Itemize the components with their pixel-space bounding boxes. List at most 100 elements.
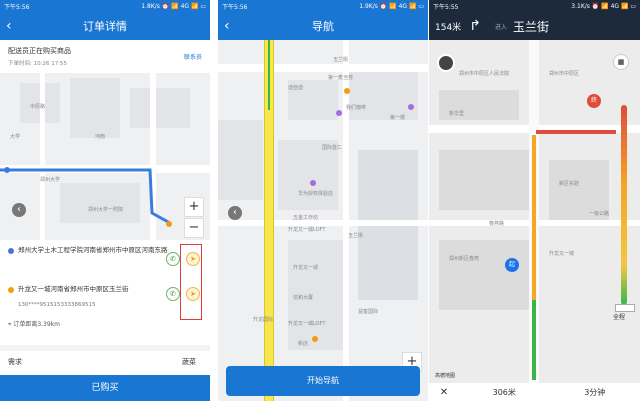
close-icon[interactable]: ✕: [429, 387, 459, 398]
status-icons: 1.9K/s ⏰ 📶 4G 📶 ▭: [359, 2, 424, 10]
status-time: 下午5:55: [433, 3, 459, 11]
turn-right-icon: ↱: [469, 18, 481, 34]
turn-by-turn-screen: 下午5:55 3.1K/s ⏰ 📶 4G 📶 ▭ 154米 ↱ 进入 玉兰街 郑…: [429, 0, 640, 401]
remark-row: 需求 蔬菜: [0, 345, 210, 375]
status-bar: 下午5:56 1.8K/s ⏰ 📶 4G 📶 ▭: [0, 0, 210, 12]
map-label: 华为授权体验店: [298, 191, 334, 197]
map-label: 中原路: [30, 104, 46, 110]
zoom-out-button[interactable]: −: [184, 218, 204, 238]
status-bar: 下午5:56 1.9K/s ⏰ 📶 4G 📶 ▭: [218, 0, 428, 12]
page-title: 导航: [312, 20, 334, 33]
pickup-dot-icon: [8, 248, 14, 254]
order-detail-screen: 下午5:56 1.8K/s ⏰ 📶 4G 📶 ▭ ‹ 订单详情 配送员正在购买商…: [0, 0, 210, 401]
map-label: 郑州大学: [40, 177, 61, 183]
prev-arrow-icon[interactable]: ‹: [12, 203, 26, 217]
delivery-address: 升龙又一城河南省郑州市中原区玉兰街: [18, 285, 129, 293]
map-label: 迪亚迪: [288, 85, 304, 91]
map-provider-logo: 高德地图: [435, 373, 456, 379]
enter-label: 进入: [494, 23, 507, 31]
destination-marker-icon: 终: [587, 94, 601, 108]
location-pin-icon: ⌖: [8, 321, 12, 328]
map-label: 升龙又一城: [293, 265, 319, 271]
status-time: 下午5:56: [222, 3, 248, 11]
order-status-text: 配送员正在购买商品: [8, 47, 71, 55]
map-label: 新店: [298, 341, 309, 347]
pickup-address-row: 郑州大学土木工程学院河南省郑州市中原区河南东路: [8, 246, 168, 255]
navigation-screen: 下午5:56 1.9K/s ⏰ 📶 4G 📶 ▭ ‹ 导航 玉兰街 第一麦当劳 …: [218, 0, 428, 401]
map-label: 升龙又一城LOFT: [288, 227, 326, 233]
poi-icon: [344, 88, 350, 94]
remaining-time: 3分钟: [584, 387, 606, 397]
address-panel: 郑州大学土木工程学院河南省郑州市中原区河南东路 ✆ ➤ 升龙又一城河南省郑州市中…: [0, 240, 210, 345]
status-bar: 下午5:55 3.1K/s ⏰ 📶 4G 📶 ▭: [429, 0, 640, 12]
order-map[interactable]: 中原路 郑州大学 郑州大学一附院 河南 大学 ‹ + −: [0, 73, 210, 240]
status-icons: 1.8K/s ⏰ 📶 4G 📶 ▭: [141, 2, 206, 10]
map-label: 我们咖啡: [346, 105, 367, 111]
shop-marker-icon: [166, 221, 172, 227]
title-bar: ‹ 订单详情: [0, 12, 210, 40]
back-icon[interactable]: ‹: [6, 12, 12, 40]
map-label: 郑州市中原区: [549, 71, 580, 77]
route-clear: [532, 300, 536, 380]
map-label: 河南: [95, 134, 106, 140]
map-label: 升龙国际: [253, 317, 274, 323]
map-label: 玉兰街: [348, 233, 364, 239]
highlight-box: [180, 244, 202, 320]
current-position-icon: 起: [505, 258, 519, 272]
pickup-address: 郑州大学土木工程学院河南省郑州市中原区河南东路: [18, 246, 168, 254]
map-label: 郑州新区春燕: [449, 256, 480, 262]
page-title: 订单详情: [83, 20, 127, 33]
back-icon[interactable]: ‹: [224, 12, 230, 40]
order-distance: 订单距离3.39km: [13, 321, 60, 328]
map-label: 玉兰街: [333, 57, 349, 63]
route-progress-bar: [621, 105, 627, 305]
compass-icon[interactable]: [437, 54, 455, 72]
map-label: 郑州市中原区人民法院: [459, 71, 510, 77]
map-label: 新华里: [449, 111, 465, 117]
full-view-button[interactable]: 全程: [613, 312, 625, 321]
traffic-green: [268, 40, 270, 110]
progress-thumb[interactable]: [615, 304, 635, 312]
map-label: 升龙又一城: [549, 251, 575, 257]
map-label: 郑州大学一附院: [88, 207, 124, 213]
map-label: 新区实验: [559, 181, 580, 187]
title-bar: ‹ 导航: [218, 12, 428, 40]
turn-distance: 154米: [435, 22, 462, 33]
remark-value: 蔬菜: [182, 358, 196, 366]
distance-row: ⌖ 订单距离3.39km: [8, 319, 60, 329]
delivery-dot-icon: [8, 287, 14, 293]
map-label: 春燕路: [489, 221, 505, 227]
street-name: 玉兰街: [512, 19, 549, 34]
order-time: 下单时间: 10:26 17:55: [8, 61, 68, 67]
contact-button[interactable]: 联系员: [184, 52, 202, 61]
navigation-map[interactable]: 玉兰街 第一麦当劳 迪亚迪 第一楼 国际盒仁 我们咖啡 华为授权体验店 五金工作…: [218, 40, 428, 401]
map-label: 升龙又一城LOFT: [288, 321, 326, 327]
traffic-toggle-icon[interactable]: ▦: [613, 54, 629, 70]
nav-map[interactable]: 郑州市中原区人民法院 郑州市中原区 新区实验 一级公路 郑州新区春燕 春燕路 新…: [429, 40, 640, 383]
poi-icon: [310, 180, 316, 186]
map-label: 一级公路: [589, 211, 610, 217]
prev-arrow-icon[interactable]: ‹: [228, 206, 242, 220]
route-line: [0, 168, 171, 225]
start-navigation-button[interactable]: 开始导航: [226, 366, 420, 396]
remark-label: 需求: [8, 358, 22, 366]
phone-number: 130****9515153333869515: [18, 302, 96, 308]
zoom-in-button[interactable]: +: [184, 197, 204, 217]
remaining-distance: 306米: [492, 387, 516, 397]
map-label: 信和大厦: [293, 295, 314, 301]
purchased-button[interactable]: 已购买: [0, 375, 210, 401]
map-label: 国际盒仁: [322, 145, 343, 151]
poi-icon: [408, 104, 414, 110]
map-label: 大学: [10, 134, 21, 140]
route-segment: [536, 130, 616, 134]
delivery-address-row: 升龙又一城河南省郑州市中原区玉兰街: [8, 285, 168, 294]
start-marker-icon: [4, 167, 10, 173]
pickup-phone-icon[interactable]: ✆: [166, 252, 180, 266]
delivery-phone-icon[interactable]: ✆: [166, 287, 180, 301]
status-time: 下午5:56: [4, 3, 30, 11]
map-label: 第一麦当劳: [328, 75, 354, 81]
guidance-bar: 154米 ↱ 进入 玉兰街: [429, 12, 640, 40]
poi-icon: [312, 336, 318, 342]
map-label: 五金工作坊: [293, 215, 319, 221]
nav-bottom-bar: ✕ 306米 3分钟: [429, 383, 640, 401]
